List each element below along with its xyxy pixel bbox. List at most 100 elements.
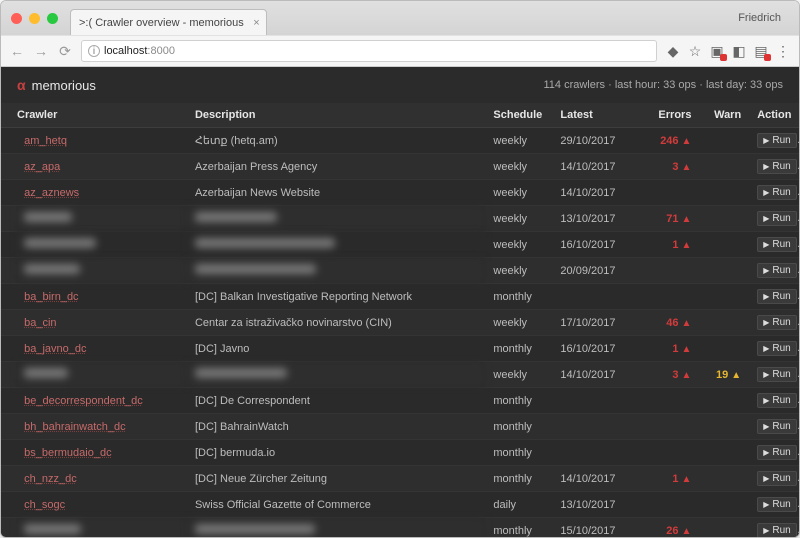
table-header-row: Crawler Description Schedule Latest Erro… [1,103,799,128]
col-latest[interactable]: Latest [552,103,632,128]
run-button[interactable]: ▶Run [757,341,797,356]
run-button[interactable]: ▶Run [757,393,797,408]
run-button[interactable]: ▶Run [757,211,797,226]
star-icon[interactable]: ☆ [687,43,703,59]
header-stats: 114 crawlers · last hour: 33 ops · last … [543,79,783,91]
crawler-link[interactable]: ba_javno_dc [24,343,86,355]
run-button[interactable]: ▶Run [757,497,797,512]
crawler-schedule: weekly [485,362,552,388]
crawler-description: [DC] BahrainWatch [187,414,485,440]
warning-triangle-icon: ▲ [731,370,741,381]
crawler-latest: 29/10/2017 [552,128,632,154]
run-button[interactable]: ▶Run [757,471,797,486]
crawler-link[interactable]: am_hetq [24,135,67,147]
crawler-link[interactable]: ch_sogc [24,499,65,511]
error-count: 71▲ [666,213,691,225]
warn-count: 19▲ [716,369,741,381]
col-description[interactable]: Description [187,103,485,128]
site-info-icon[interactable]: i [88,45,100,57]
col-crawler[interactable]: Crawler [1,103,187,128]
run-button[interactable]: ▶Run [757,445,797,460]
url-host: localhost [104,45,147,57]
crawler-schedule: daily [485,492,552,518]
crawler-schedule: monthly [485,466,552,492]
run-button[interactable]: ▶Run [757,159,797,174]
table-row: am_hetqՀետք (hetq.am)weekly29/10/2017246… [1,128,799,154]
play-icon: ▶ [763,396,769,405]
run-button[interactable]: ▶Run [757,289,797,304]
crawler-latest [552,440,632,466]
play-icon: ▶ [763,266,769,275]
crawler-schedule: monthly [485,284,552,310]
run-button[interactable]: ▶Run [757,263,797,278]
extension-icon[interactable]: ◧ [731,43,747,59]
play-icon: ▶ [763,422,769,431]
warning-triangle-icon: ▲ [682,344,692,355]
run-button[interactable]: ▶Run [757,185,797,200]
crawler-name-cell: az_apa [16,154,187,180]
crawler-link[interactable]: ba_birn_dc [24,291,78,303]
address-bar[interactable]: i localhost:8000 [81,40,657,62]
col-warn[interactable]: Warn [699,103,749,128]
extension-icon[interactable]: ▤ [753,43,769,59]
crawler-description [187,258,485,284]
play-icon: ▶ [763,344,769,353]
minimize-window-icon[interactable] [29,13,40,24]
crawler-latest: 17/10/2017 [552,310,632,336]
crawler-link[interactable]: bs_bermudaio_dc [24,447,111,459]
crawler-schedule: weekly [485,180,552,206]
col-errors[interactable]: Errors [632,103,699,128]
forward-icon: → [33,43,49,59]
close-tab-icon[interactable]: × [253,17,259,29]
crawler-link[interactable]: be_decorrespondent_dc [24,395,143,407]
crawler-link[interactable]: az_apa [24,161,60,173]
error-count: 1▲ [672,343,691,355]
browser-profile-name[interactable]: Friedrich [738,12,789,24]
crawler-name-cell: ba_javno_dc [16,336,187,362]
table-row: be_decorrespondent_dc[DC] De Corresponde… [1,388,799,414]
crawler-description: Azerbaijan Press Agency [187,154,485,180]
stats-last-hour: last hour: 33 ops [615,79,696,91]
extension-icon[interactable]: ◆ [665,43,681,59]
play-icon: ▶ [763,214,769,223]
app-brand[interactable]: α memorious [17,77,96,93]
table-row: bs_bermudaio_dc[DC] bermuda.iomonthly▶Ru… [1,440,799,466]
reload-icon[interactable]: ⟳ [57,43,73,60]
crawler-link[interactable]: az_aznews [24,187,79,199]
stats-crawlers: 114 crawlers [543,79,605,91]
run-button[interactable]: ▶Run [757,367,797,382]
close-window-icon[interactable] [11,13,22,24]
crawler-latest [552,388,632,414]
crawler-latest: 14/10/2017 [552,154,632,180]
brand-logo-icon: α [17,77,26,93]
menu-icon[interactable]: ⋮ [775,43,791,59]
crawler-description [187,518,485,538]
run-button[interactable]: ▶Run [757,315,797,330]
run-button[interactable]: ▶Run [757,419,797,434]
crawler-link[interactable]: ch_nzz_dc [24,473,77,485]
col-schedule[interactable]: Schedule [485,103,552,128]
crawler-schedule: monthly [485,336,552,362]
maximize-window-icon[interactable] [47,13,58,24]
table-row: ba_cinCentar za istraživačko novinarstvo… [1,310,799,336]
crawler-schedule: monthly [485,440,552,466]
app-page: α memorious 114 crawlers · last hour: 33… [1,67,799,537]
extension-icon[interactable]: ▣ [709,43,725,59]
crawler-schedule: weekly [485,128,552,154]
warning-triangle-icon: ▲ [682,214,692,225]
crawler-name-cell: be_decorrespondent_dc [16,388,187,414]
run-button[interactable]: ▶Run [757,133,797,148]
crawler-link[interactable]: bh_bahrainwatch_dc [24,421,126,433]
error-count: 3▲ [672,161,691,173]
crawler-latest: 14/10/2017 [552,180,632,206]
play-icon: ▶ [763,162,769,171]
crawler-link[interactable]: ba_cin [24,317,56,329]
col-action: Action [749,103,799,128]
table-row: ba_javno_dc[DC] Javnomonthly16/10/20171▲… [1,336,799,362]
browser-tab[interactable]: >:( Crawler overview - memorious × [70,9,267,35]
back-icon[interactable]: ← [9,43,25,59]
table-row: weekly20/09/2017▶Run [1,258,799,284]
run-button[interactable]: ▶Run [757,523,797,537]
crawler-description: Հետք (hetq.am) [187,128,485,154]
run-button[interactable]: ▶Run [757,237,797,252]
